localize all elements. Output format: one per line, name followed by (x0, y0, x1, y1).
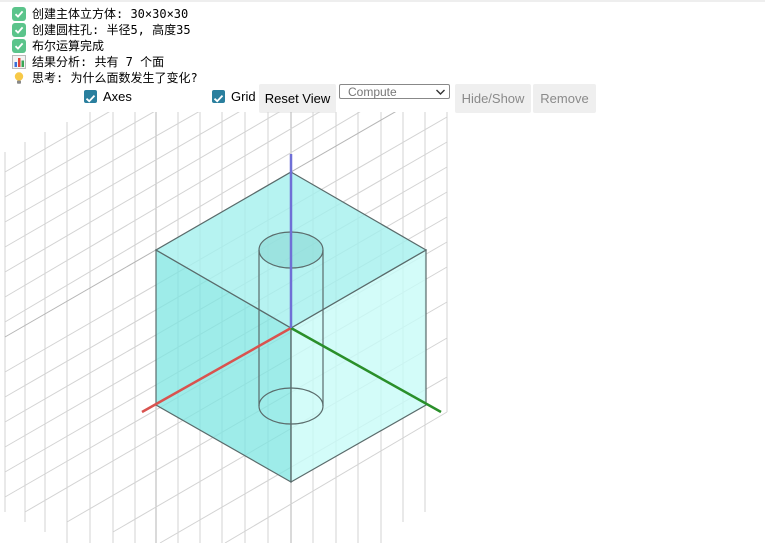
log-line-1: 创建主体立方体: 30×30×30 (12, 6, 198, 22)
lightbulb-icon (12, 71, 26, 85)
chevron-down-icon (435, 85, 446, 103)
axes-label: Axes (103, 89, 132, 104)
grid-label: Grid (231, 89, 256, 104)
grid-checkbox[interactable] (212, 90, 225, 103)
bar-chart-icon (12, 55, 26, 69)
3d-viewport[interactable] (0, 112, 765, 543)
hide-show-button[interactable]: Hide/Show (455, 84, 531, 113)
check-icon (12, 23, 26, 37)
log-text: 创建圆柱孔: 半径5, 高度35 (32, 23, 191, 37)
axes-checkbox[interactable] (84, 90, 97, 103)
log-text: 布尔运算完成 (32, 39, 105, 53)
log-text: 结果分析: 共有 7 个面 (32, 55, 165, 69)
operation-select-value: Compute (348, 85, 397, 99)
check-icon (12, 7, 26, 21)
viewer-toolbar: Axes Grid Reset View Compute Hide/Show R… (0, 84, 765, 113)
check-icon (12, 39, 26, 53)
log-line-3: 布尔运算完成 (12, 38, 198, 54)
log-line-2: 创建圆柱孔: 半径5, 高度35 (12, 22, 198, 38)
log-line-4: 结果分析: 共有 7 个面 (12, 54, 198, 70)
operation-log: 创建主体立方体: 30×30×30 创建圆柱孔: 半径5, 高度35 布尔运算完… (12, 6, 198, 86)
top-border (0, 0, 765, 2)
log-text: 创建主体立方体: 30×30×30 (32, 7, 189, 21)
remove-button[interactable]: Remove (533, 84, 596, 113)
reset-view-button[interactable]: Reset View (259, 84, 336, 113)
operation-select[interactable]: Compute (339, 84, 450, 99)
